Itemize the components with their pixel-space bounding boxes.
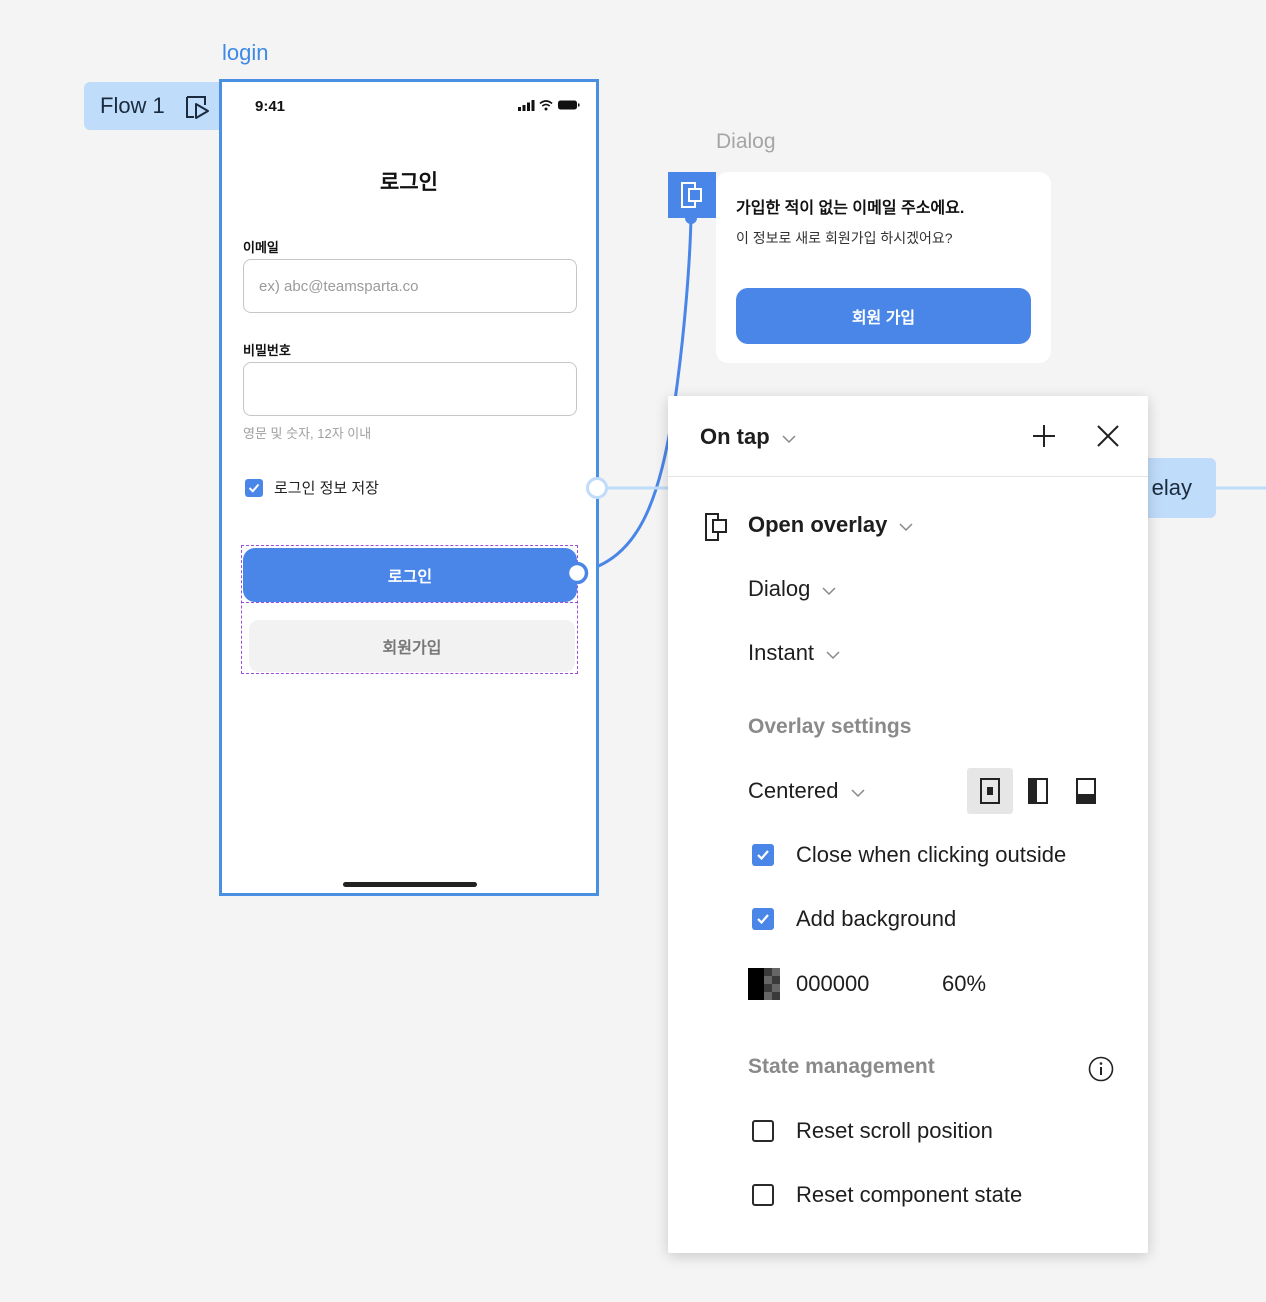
close-outside-row[interactable]: Close when clicking outside (752, 842, 1066, 868)
open-overlay-icon (704, 512, 728, 547)
dialog-title: 가입한 적이 없는 이메일 주소에요. (736, 200, 965, 217)
login-frame[interactable]: 9:41 로그인 이메일 ex) abc@teamsparta.co 비밀번호 … (219, 79, 599, 896)
reset-scroll-checkbox[interactable] (752, 1120, 774, 1142)
close-outside-checkbox[interactable] (752, 844, 774, 866)
add-interaction-button[interactable] (1028, 420, 1060, 452)
remember-label: 로그인 정보 저장 (274, 480, 379, 497)
add-background-label: Add background (796, 906, 957, 931)
centered-icon (980, 778, 1000, 804)
status-icons (518, 98, 580, 116)
interaction-panel: On tap Open overlay Dialog Instant Overl… (668, 396, 1148, 1253)
home-indicator (343, 882, 477, 887)
play-flow-icon[interactable] (184, 94, 210, 126)
status-time: 9:41 (255, 98, 286, 115)
page-title: 로그인 (380, 171, 438, 194)
info-icon[interactable] (1088, 1056, 1114, 1087)
position-label: Centered (748, 778, 839, 803)
connection-handle-login-button[interactable] (565, 561, 589, 585)
connection-handle-frame[interactable] (585, 476, 609, 500)
dialog-subtitle: 이 정보로 새로 회원가입 하시겠어요? (736, 230, 953, 246)
color-hex-input[interactable]: 000000 (796, 971, 942, 997)
reset-component-label: Reset component state (796, 1182, 1023, 1207)
reset-component-checkbox[interactable] (752, 1184, 774, 1206)
color-swatch[interactable] (748, 968, 780, 1000)
email-placeholder: ex) abc@teamsparta.co (259, 277, 419, 295)
close-panel-button[interactable] (1092, 420, 1124, 452)
email-field[interactable]: ex) abc@teamsparta.co (243, 259, 577, 313)
plus-icon (1033, 425, 1055, 447)
add-background-row[interactable]: Add background (752, 906, 956, 932)
remember-checkbox[interactable] (245, 478, 263, 497)
overlay-settings-heading: Overlay settings (748, 715, 912, 738)
frame-name-dialog[interactable]: Dialog (716, 130, 776, 154)
password-hint: 영문 및 숫자, 12자 이내 (243, 426, 372, 441)
left-panel-icon (1028, 778, 1048, 804)
reset-component-row[interactable]: Reset component state (752, 1182, 1022, 1208)
close-outside-label: Close when clicking outside (796, 842, 1067, 867)
chevron-down-icon (822, 576, 836, 602)
remember-login-row[interactable]: 로그인 정보 저장 (245, 477, 379, 498)
animation-label: Instant (748, 640, 815, 665)
action-dropdown[interactable]: Open overlay (748, 512, 913, 538)
overlay-icon (668, 172, 716, 218)
reset-scroll-row[interactable]: Reset scroll position (752, 1118, 993, 1144)
position-dropdown[interactable]: Centered (748, 778, 865, 804)
email-label: 이메일 (243, 240, 279, 255)
password-label: 비밀번호 (243, 343, 291, 358)
password-field[interactable] (243, 362, 577, 416)
reset-scroll-label: Reset scroll position (796, 1118, 993, 1143)
chevron-down-icon (782, 424, 796, 450)
position-left-button[interactable] (1015, 768, 1061, 814)
add-background-checkbox[interactable] (752, 908, 774, 930)
trigger-label: On tap (700, 424, 770, 449)
destination-dropdown[interactable]: Dialog (748, 576, 836, 602)
chevron-down-icon (899, 512, 913, 538)
selection-divider (241, 602, 578, 603)
dialog-signup-button[interactable]: 회원 가입 (736, 288, 1031, 344)
dialog-frame[interactable]: 가입한 적이 없는 이메일 주소에요. 이 정보로 새로 회원가입 하시겠어요?… (716, 172, 1051, 363)
bottom-panel-icon (1076, 778, 1096, 804)
flow-starting-point[interactable]: Flow 1 (84, 82, 220, 130)
flow-label: Flow 1 (100, 93, 165, 118)
position-centered-button[interactable] (967, 768, 1013, 814)
trigger-dropdown[interactable]: On tap (700, 424, 796, 450)
overlay-connection-tag[interactable]: elay (1140, 458, 1216, 518)
chevron-down-icon (826, 640, 840, 666)
background-color-row[interactable]: 000000 60% (748, 968, 986, 1000)
color-opacity-input[interactable]: 60% (942, 971, 986, 997)
action-label: Open overlay (748, 512, 888, 537)
position-bottom-button[interactable] (1063, 768, 1109, 814)
destination-label: Dialog (748, 576, 811, 601)
frame-name-login[interactable]: login (222, 40, 268, 66)
state-management-heading: State management (748, 1055, 935, 1078)
animation-dropdown[interactable]: Instant (748, 640, 840, 666)
close-icon (1097, 425, 1119, 447)
selection-outline (241, 545, 578, 674)
panel-header: On tap (668, 396, 1148, 477)
chevron-down-icon (850, 778, 865, 804)
